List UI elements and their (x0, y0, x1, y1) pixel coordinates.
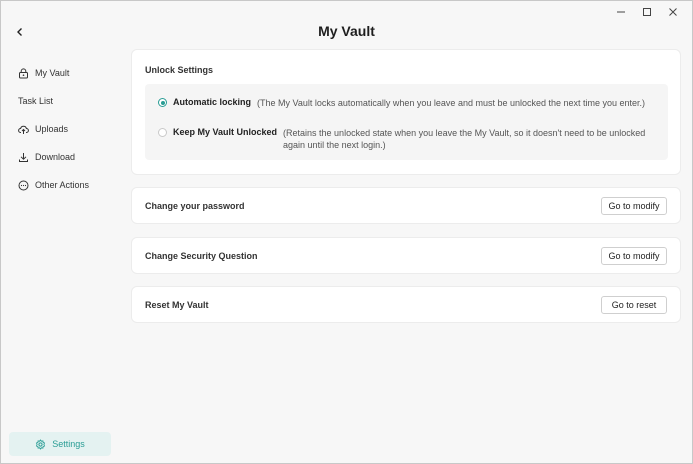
modify-password-button[interactable]: Go to modify (601, 196, 667, 215)
change-password-card: Change your password Go to modify (131, 187, 681, 224)
window-controls (608, 4, 686, 20)
sidebar-item-my-vault[interactable]: My Vault (9, 62, 113, 84)
option-description: (Retains the unlocked state when you lea… (283, 128, 646, 150)
lock-icon (18, 67, 29, 79)
radio-keep-unlocked[interactable] (158, 128, 167, 137)
more-circle-icon (18, 180, 29, 191)
minimize-icon (617, 11, 625, 13)
option-label: Keep My Vault Unlocked (173, 127, 278, 137)
change-security-question-title: Change Security Question (145, 250, 258, 261)
minimize-button[interactable] (608, 4, 634, 20)
sidebar-item-label: Uploads (35, 124, 69, 134)
sidebar-item-label: Download (35, 152, 76, 162)
option-description: (The My Vault locks automatically when y… (257, 98, 646, 108)
gear-icon (35, 438, 46, 450)
sidebar-item-label: My Vault (35, 68, 70, 78)
page-title: My Vault (318, 23, 375, 39)
maximize-button[interactable] (634, 4, 660, 20)
sidebar-item-task-list[interactable]: Task List (9, 90, 113, 112)
sidebar-item-download[interactable]: Download (9, 146, 113, 168)
maximize-icon (643, 8, 651, 16)
radio-automatic-locking[interactable] (158, 98, 167, 107)
unlock-options: Automatic locking (The My Vault locks au… (145, 84, 668, 160)
sidebar-item-label: Task List (18, 96, 54, 106)
unlock-settings-title: Unlock Settings (145, 65, 214, 75)
reset-vault-title: Reset My Vault (145, 299, 209, 310)
reset-vault-button[interactable]: Go to reset (601, 295, 667, 314)
unlock-settings-card: Unlock Settings Automatic locking (The M… (131, 49, 681, 175)
sidebar-item-settings[interactable]: Settings (9, 432, 111, 456)
sidebar-item-other-actions[interactable]: Other Actions (9, 174, 113, 196)
download-icon (18, 152, 29, 163)
close-icon (669, 8, 677, 16)
option-automatic-locking[interactable]: Automatic locking (The My Vault locks au… (158, 97, 645, 109)
change-security-question-card: Change Security Question Go to modify (131, 237, 681, 274)
upload-cloud-icon (18, 124, 29, 135)
modify-security-question-button[interactable]: Go to modify (601, 246, 667, 265)
sidebar: My Vault Task List Uploads Download Othe… (1, 59, 121, 463)
sidebar-item-label: Other Actions (35, 180, 90, 190)
app-window: My Vault My Vault Task List Uploads Down… (0, 0, 693, 464)
sidebar-item-label: Settings (52, 439, 85, 449)
close-window-button[interactable] (660, 4, 686, 20)
change-password-title: Change your password (145, 200, 245, 211)
reset-vault-card: Reset My Vault Go to reset (131, 286, 681, 323)
option-keep-unlocked[interactable]: Keep My Vault Unlocked (Retains the unlo… (158, 127, 668, 151)
sidebar-item-uploads[interactable]: Uploads (9, 118, 113, 140)
option-label: Automatic locking (173, 97, 252, 107)
